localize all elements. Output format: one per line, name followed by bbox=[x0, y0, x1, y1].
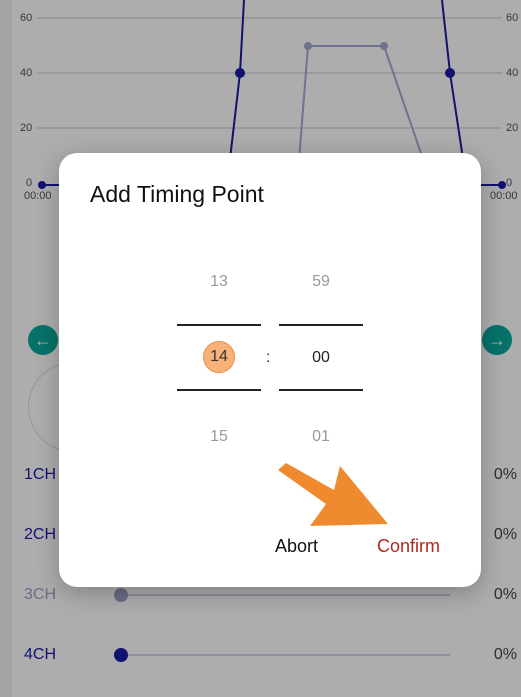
minute-prev[interactable]: 59 bbox=[279, 273, 363, 291]
minute-bottom-line bbox=[279, 389, 363, 391]
pointer-arrow-icon bbox=[278, 463, 388, 526]
minute-picker[interactable]: 59 00 01 bbox=[279, 253, 363, 463]
dialog-title: Add Timing Point bbox=[90, 181, 264, 207]
minute-next[interactable]: 01 bbox=[279, 428, 363, 446]
time-separator: : bbox=[266, 349, 271, 366]
hour-next[interactable]: 15 bbox=[177, 428, 261, 446]
hour-bottom-line bbox=[177, 389, 261, 391]
pointer-arrow-shape bbox=[278, 463, 388, 526]
minute-selected[interactable]: 00 bbox=[279, 349, 363, 367]
minute-top-line bbox=[279, 324, 363, 326]
hour-selected[interactable]: 14 bbox=[203, 341, 235, 373]
hour-picker[interactable]: 13 14 15 bbox=[177, 253, 261, 463]
hour-top-line bbox=[177, 324, 261, 326]
hour-prev[interactable]: 13 bbox=[177, 273, 261, 291]
